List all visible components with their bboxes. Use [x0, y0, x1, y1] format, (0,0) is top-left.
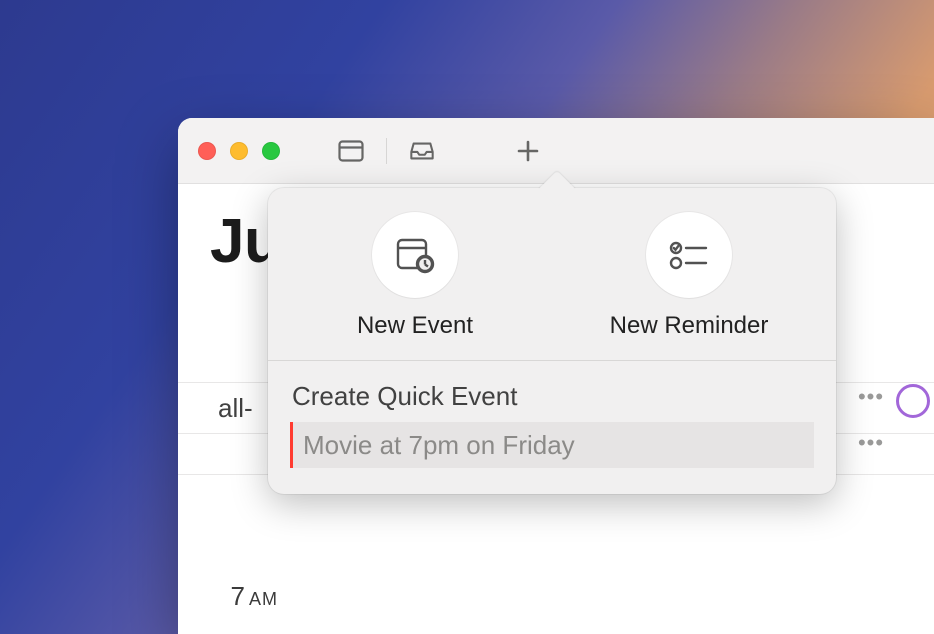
inbox-button[interactable] [409, 140, 435, 162]
time-row: 7 AM [178, 570, 934, 622]
reminder-list-icon [646, 212, 732, 298]
window-minimize-button[interactable] [230, 142, 248, 160]
time-label: 7 AM [198, 581, 278, 612]
add-popover: New Event New Reminder Create Quick Even… [268, 188, 836, 494]
window-fullscreen-button[interactable] [262, 142, 280, 160]
popover-divider [268, 360, 836, 361]
time-ampm: AM [249, 589, 278, 610]
add-button[interactable] [515, 140, 541, 162]
toolbar-icons [338, 138, 541, 164]
window-close-button[interactable] [198, 142, 216, 160]
new-event-label: New Event [357, 312, 473, 340]
desktop-background: Ju all- ••• ••• 7 AM [0, 0, 934, 634]
new-reminder-button[interactable]: New Reminder [552, 212, 826, 340]
popover-button-row: New Event New Reminder [268, 212, 836, 360]
window-traffic-lights [198, 142, 280, 160]
calendar-add-icon [372, 212, 458, 298]
quick-event-input[interactable] [290, 422, 814, 468]
new-reminder-label: New Reminder [610, 312, 769, 340]
quick-event-input-wrap [268, 422, 836, 468]
allday-label: all- [218, 393, 253, 424]
event-indicator-ring[interactable] [896, 384, 930, 418]
overflow-dots[interactable]: ••• [858, 384, 884, 410]
overflow-dots[interactable]: ••• [858, 430, 884, 456]
calendars-toggle-button[interactable] [338, 140, 364, 162]
quick-event-header: Create Quick Event [268, 381, 836, 422]
time-hour: 7 [231, 581, 245, 612]
new-event-button[interactable]: New Event [278, 212, 552, 340]
toolbar-separator [386, 138, 387, 164]
